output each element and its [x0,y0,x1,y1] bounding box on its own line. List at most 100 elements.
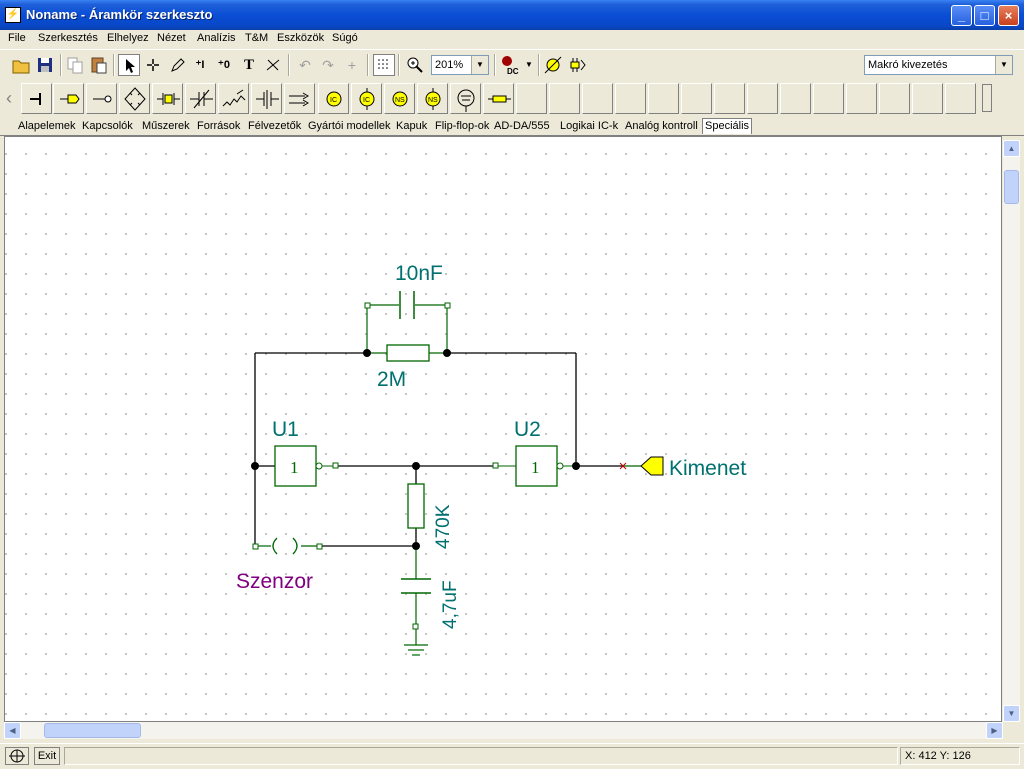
tab-analog-kontroll[interactable]: Analóg kontroll [623,119,700,134]
palette-empty-slot[interactable] [549,83,580,114]
title-bar: ⚡ Noname - Áramkör szerkeszto _ □ × [0,0,1024,30]
grid-icon[interactable] [373,54,395,76]
ground-icon[interactable] [404,629,428,656]
tab-kapuk[interactable]: Kapuk [394,119,429,134]
menu-sugo[interactable]: Súgó [332,32,358,44]
palette-scroll-right[interactable] [982,84,992,112]
palette-crystal-icon[interactable] [152,83,183,114]
palette-empty-slot[interactable] [582,83,613,114]
palette-fuse-icon[interactable] [483,83,514,114]
maximize-button[interactable]: □ [974,5,995,26]
save-icon[interactable] [34,54,56,76]
horizontal-scroll-thumb[interactable] [44,723,141,738]
menu-szerkesztes[interactable]: Szerkesztés [38,32,98,44]
status-bar: Exit X: 412 Y: 126 [0,743,1024,769]
dc-analysis-icon[interactable]: DC [499,54,523,76]
scroll-left-icon[interactable]: ◀ [4,722,21,739]
vertical-scroll-thumb[interactable] [1004,170,1019,204]
scroll-down-icon[interactable]: ▼ [1003,705,1020,722]
palette-diff-cap-icon[interactable] [251,83,282,114]
paste-icon[interactable] [88,54,110,76]
select-arrow-icon[interactable] [118,54,140,76]
undo-icon[interactable]: ↶ [294,54,316,76]
palette-empty-slot[interactable] [780,83,811,114]
dc-dropdown-icon[interactable]: ▼ [523,54,535,76]
chevron-down-icon[interactable]: ▼ [995,56,1012,74]
input-pin-icon[interactable]: ⁺I [189,54,211,76]
macro-select[interactable]: Makró kivezetés ▼ [864,55,1013,75]
palette-output-pin-icon[interactable] [53,83,84,114]
tab-logikai-ic-k[interactable]: Logikai IC-k [558,119,620,134]
palette-ic-icon[interactable]: IC [318,83,349,114]
measure-icon[interactable] [568,54,590,76]
menu-tm[interactable]: T&M [245,32,268,44]
palette-transformer-icon[interactable] [284,83,315,114]
open-folder-icon[interactable] [10,54,32,76]
palette-ns-icon[interactable]: NS [384,83,415,114]
main-toolbar: ⁺I ⁺0 T ↶ ↷ + 201% ▼ DC ▼ Makró kivezeté… [0,49,1024,81]
pencil-icon[interactable] [166,54,188,76]
crosshair-icon[interactable]: + [341,54,363,76]
app-icon[interactable]: ⚡ [5,7,21,23]
palette-ic2-icon[interactable]: IC [351,83,382,114]
scroll-right-icon[interactable]: ▶ [986,722,1003,739]
palette-variable-cap-icon[interactable] [185,83,216,114]
menu-eszkozok[interactable]: Eszközök [277,32,324,44]
copy-icon[interactable] [64,54,86,76]
palette-empty-slot[interactable] [681,83,712,114]
tab-felvezetok[interactable]: Félvezetők [246,119,303,134]
status-logo-icon[interactable] [5,747,29,765]
palette-wire-end-icon[interactable] [21,83,52,114]
tab-forrasok[interactable]: Források [195,119,242,134]
component-palette: ‹ IC IC NS NS [0,80,1024,116]
palette-empty-slot[interactable] [648,83,679,114]
minimize-button[interactable]: _ [951,5,972,26]
menu-analizis[interactable]: Analízis [197,32,236,44]
palette-potentiometer-icon[interactable] [218,83,249,114]
ground-pin-icon[interactable]: ⁺0 [213,54,235,76]
palette-scroll-left-icon[interactable]: ‹ [6,84,16,112]
tab-specialis[interactable]: Speciális [702,118,753,134]
tab-alapelemek[interactable]: Alapelemek [16,119,77,134]
palette-empty-slot[interactable] [813,83,844,114]
tab-flip-flop-ok[interactable]: Flip-flop-ok [433,119,491,134]
probe-icon[interactable] [542,54,564,76]
gate-u2[interactable]: 1 [492,445,576,487]
close-button[interactable]: × [998,5,1019,26]
palette-empty-slot[interactable] [879,83,910,114]
palette-empty-slot[interactable] [516,83,547,114]
menu-file[interactable]: File [8,32,26,44]
delete-wire-icon[interactable] [262,54,284,76]
palette-empty-slot[interactable] [912,83,943,114]
tab-gyartoi-modellek[interactable]: Gyártói modellek [306,119,393,134]
resistor-2m[interactable] [386,344,430,362]
palette-ns2-icon[interactable]: NS [417,83,448,114]
palette-bridge-icon[interactable] [119,83,150,114]
palette-terminal-icon[interactable] [86,83,117,114]
palette-empty-slot[interactable] [747,83,778,114]
resistor-470k[interactable] [407,483,425,529]
zoom-select[interactable]: 201% ▼ [431,55,489,75]
menu-elhelyez[interactable]: Elhelyez [107,32,149,44]
tab-ad-da-555[interactable]: AD-DA/555 [492,119,552,134]
palette-empty-slot[interactable] [945,83,976,114]
redo-icon[interactable]: ↷ [317,54,339,76]
scroll-up-icon[interactable]: ▲ [1003,140,1020,157]
vertical-scrollbar[interactable]: ▲ ▼ [1003,140,1020,722]
palette-empty-slot[interactable] [714,83,745,114]
palette-empty-slot[interactable] [615,83,646,114]
zoom-icon[interactable] [404,54,426,76]
gate-u2-symbol: 1 [531,458,540,477]
palette-tube-icon[interactable] [450,83,481,114]
chevron-down-icon[interactable]: ▼ [471,56,488,74]
tab-muszerek[interactable]: Műszerek [140,119,192,134]
tab-kapcsolok[interactable]: Kapcsolók [80,119,135,134]
horizontal-scrollbar[interactable]: ◀ ▶ [4,722,1003,739]
wire-tool-icon[interactable] [142,54,164,76]
text-tool-icon[interactable]: T [238,54,260,76]
gate-u1[interactable]: 1 [274,445,339,487]
schematic-canvas[interactable]: 10nF 2M 1 U1 1 U2 Kimenet 470K 4,7uF Sze… [4,136,1002,722]
menu-nezet[interactable]: Nézet [157,32,186,44]
exit-button[interactable]: Exit [34,747,60,765]
palette-empty-slot[interactable] [846,83,877,114]
